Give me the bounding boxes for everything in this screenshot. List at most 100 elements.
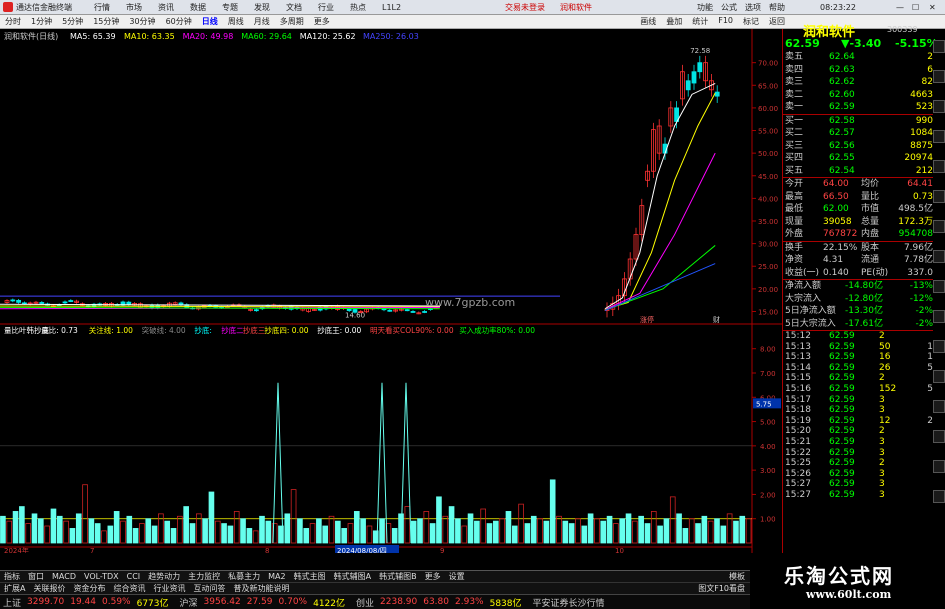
side-button-14[interactable]: [933, 460, 945, 473]
info-tab-4[interactable]: 行业资讯: [149, 583, 189, 594]
indicator-label-3: 突破线: 4.00: [142, 325, 186, 335]
period-tab-8[interactable]: 月线: [249, 16, 275, 27]
info-tab-2[interactable]: 资金分布: [69, 583, 109, 594]
volume-ratio-bar: [644, 523, 651, 544]
side-button-6[interactable]: [933, 220, 945, 233]
menu-options[interactable]: 选项: [745, 2, 761, 13]
volume-ratio-bar: [183, 506, 189, 544]
side-button-15[interactable]: [933, 490, 945, 503]
period-tab-4[interactable]: 30分钟: [124, 16, 160, 27]
period-tab-7[interactable]: 周线: [223, 16, 249, 27]
menu-item-4[interactable]: 专题: [214, 3, 246, 12]
menu-item-8[interactable]: 热点: [342, 3, 374, 12]
indicator-tab-10[interactable]: 韩式辅图A: [330, 571, 375, 582]
menu-item-6[interactable]: 文档: [278, 3, 310, 12]
index-name[interactable]: 沪深: [177, 596, 201, 609]
side-button-13[interactable]: [933, 430, 945, 443]
side-button-2[interactable]: [933, 100, 945, 113]
indicator-tab-7[interactable]: 私募主力: [224, 571, 264, 582]
info-tab-5[interactable]: 互动问答: [189, 583, 229, 594]
period-tab-3[interactable]: 15分钟: [88, 16, 124, 27]
side-button-10[interactable]: [933, 340, 945, 353]
index-value: 3299.70: [27, 597, 65, 607]
info-tab-0[interactable]: 扩展A: [0, 583, 29, 594]
maximize-icon[interactable]: ☐: [912, 3, 919, 12]
indicator-tab-11[interactable]: 韩式辅图B: [375, 571, 421, 582]
kline-chart[interactable]: 润和软件(日线) MA5: 65.39 MA10: 63.35 MA20: 49.98…: [0, 29, 782, 553]
info-tab-6[interactable]: 普及新功能说明: [229, 583, 293, 594]
tool-0[interactable]: F10: [713, 16, 738, 27]
tick-row: 15:22 62.59 3: [785, 447, 885, 458]
indicator-tab-6[interactable]: 主力监控: [184, 571, 224, 582]
side-button-9[interactable]: [933, 310, 945, 323]
volume-ratio-bar: [594, 518, 600, 544]
info-tab-3[interactable]: 综合资讯: [109, 583, 149, 594]
period-tab-0[interactable]: 分时: [0, 16, 26, 27]
side-button-4[interactable]: [933, 160, 945, 173]
indicator-tab-2[interactable]: MACD: [48, 572, 80, 581]
indicator-tab-5[interactable]: 趋势动力: [144, 571, 184, 582]
minimize-icon[interactable]: —: [896, 3, 904, 12]
indicator-tick: 3.00: [760, 467, 776, 475]
indicator-tab-13[interactable]: 设置: [445, 571, 469, 582]
side-button-1[interactable]: [933, 70, 945, 83]
indicator-tab-3[interactable]: VOL-TDX: [80, 572, 123, 581]
period-tab-9[interactable]: 多周期: [275, 16, 309, 27]
side-button-8[interactable]: [933, 280, 945, 293]
date-axis-mark: 8: [265, 547, 269, 553]
side-button-12[interactable]: [933, 400, 945, 413]
menu-item-5[interactable]: 发现: [246, 3, 278, 12]
menu-item-9[interactable]: L1L2: [374, 3, 409, 12]
side-button-0[interactable]: [933, 40, 945, 53]
chart-tool-0[interactable]: 画线: [635, 16, 661, 27]
volume-ratio-bar: [600, 520, 607, 544]
indicator-tab-0[interactable]: 指标: [0, 571, 24, 582]
tick-row: 15:17 62.59 3: [785, 394, 885, 405]
side-button-7[interactable]: [933, 250, 945, 263]
volume-ratio-bar: [31, 513, 38, 544]
menu-item-1[interactable]: 市场: [118, 3, 150, 12]
period-tab-10[interactable]: 更多: [309, 16, 335, 27]
candle: [685, 80, 691, 91]
period-tab-2[interactable]: 5分钟: [57, 16, 88, 27]
index-name[interactable]: 创业: [353, 596, 377, 609]
chart-tool-1[interactable]: 叠加: [661, 16, 687, 27]
menu-function[interactable]: 功能: [697, 2, 713, 13]
info-tab-1[interactable]: 关联报价: [29, 583, 69, 594]
volume-ratio-bar: [543, 520, 550, 544]
date-axis-cursor: 2024/08/08/四: [337, 547, 387, 553]
stock-name-link[interactable]: 润和软件: [560, 2, 592, 13]
menu-item-0[interactable]: 行情: [86, 3, 118, 12]
period-tab-6[interactable]: 日线: [197, 16, 223, 27]
indicator-tab-4[interactable]: CCI: [123, 572, 145, 581]
menu-item-3[interactable]: 数据: [182, 3, 214, 12]
menu-help[interactable]: 帮助: [769, 2, 785, 13]
candle: [697, 62, 703, 73]
side-button-3[interactable]: [933, 130, 945, 143]
tool-2[interactable]: 返回: [764, 16, 790, 27]
trade-login-link[interactable]: 交易未登录: [505, 2, 545, 13]
period-tab-5[interactable]: 60分钟: [161, 16, 197, 27]
brand-watermark-text: 乐淘公式网: [784, 564, 894, 588]
period-tab-1[interactable]: 1分钟: [26, 16, 57, 27]
chart-tool-2[interactable]: 统计: [687, 16, 713, 27]
date-axis-mark: 9: [440, 547, 444, 553]
volume-ratio-bar: [682, 528, 689, 544]
indicator-tab-1[interactable]: 窗口: [24, 571, 48, 582]
menu-formula[interactable]: 公式: [721, 2, 737, 13]
side-button-11[interactable]: [933, 370, 945, 383]
volume-ratio-bar: [505, 511, 512, 544]
menu-item-7[interactable]: 行业: [310, 3, 342, 12]
menu-item-2[interactable]: 资讯: [150, 3, 182, 12]
close-icon[interactable]: ✕: [929, 3, 936, 12]
indicator-tab-8[interactable]: MA2: [264, 572, 289, 581]
tool-1[interactable]: 标记: [738, 16, 764, 27]
index-name[interactable]: 上证: [0, 596, 24, 609]
volume-ratio-bar: [208, 491, 215, 544]
price-tick: 20.00: [758, 286, 778, 294]
indicator-tab-9[interactable]: 韩式主图: [290, 571, 330, 582]
indicator-tick: 2.00: [760, 491, 776, 499]
side-button-5[interactable]: [933, 190, 945, 203]
indicator-tab-12[interactable]: 更多: [421, 571, 445, 582]
volume-ratio-bar: [297, 518, 303, 544]
